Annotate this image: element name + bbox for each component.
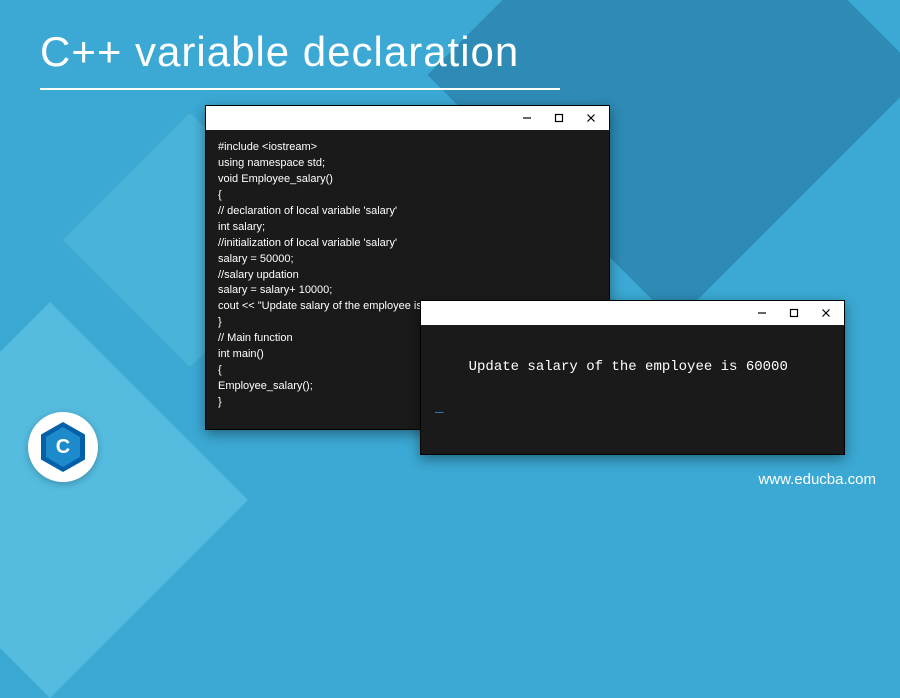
close-icon[interactable] bbox=[575, 107, 607, 129]
output-content: Update salary of the employee is 60000 _ bbox=[421, 325, 844, 471]
output-text: Update salary of the employee is 60000 bbox=[469, 359, 788, 375]
minimize-icon[interactable] bbox=[511, 107, 543, 129]
cursor-indicator: _ bbox=[435, 398, 830, 418]
maximize-icon[interactable] bbox=[543, 107, 575, 129]
cpp-hex-icon: C bbox=[41, 422, 85, 472]
close-icon[interactable] bbox=[810, 302, 842, 324]
site-url: www.educba.com bbox=[758, 471, 876, 488]
cpp-logo-text: C bbox=[46, 427, 80, 467]
title-underline bbox=[40, 88, 560, 90]
cpp-logo-badge: C bbox=[28, 412, 98, 482]
output-console-window: Update salary of the employee is 60000 _ bbox=[420, 300, 845, 455]
code-window-titlebar bbox=[206, 106, 609, 130]
maximize-icon[interactable] bbox=[778, 302, 810, 324]
output-window-titlebar bbox=[421, 301, 844, 325]
page-title: C++ variable declaration bbox=[40, 28, 519, 76]
minimize-icon[interactable] bbox=[746, 302, 778, 324]
